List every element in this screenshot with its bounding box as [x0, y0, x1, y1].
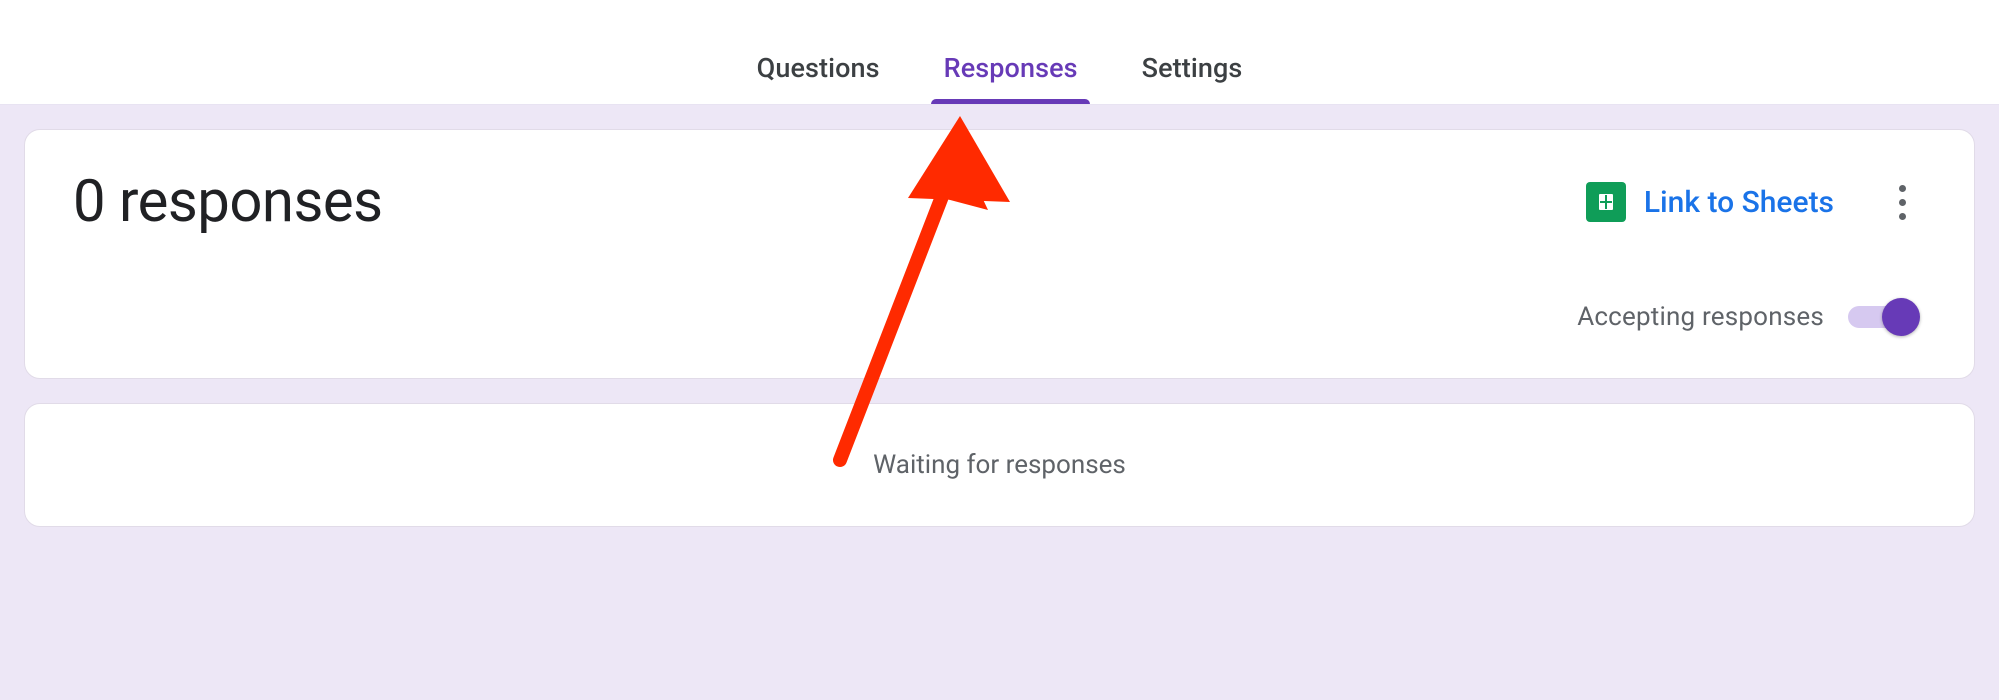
- link-to-sheets-button[interactable]: Link to Sheets: [1586, 182, 1834, 222]
- tabs-bar: Questions Responses Settings: [0, 0, 1999, 105]
- tab-responses[interactable]: Responses: [912, 34, 1110, 104]
- responses-work-area: 0 responses Link to Sheets: [0, 105, 1999, 700]
- sheets-icon: [1586, 182, 1626, 222]
- more-vert-icon: [1899, 185, 1906, 220]
- tab-questions[interactable]: Questions: [725, 34, 912, 104]
- waiting-for-responses-card: Waiting for responses: [24, 403, 1975, 527]
- tab-settings[interactable]: Settings: [1110, 34, 1275, 104]
- responses-count-heading: 0 responses: [73, 168, 383, 236]
- toggle-thumb: [1882, 298, 1920, 336]
- accepting-responses-label: Accepting responses: [1577, 302, 1824, 332]
- more-options-button[interactable]: [1878, 178, 1926, 226]
- responses-summary-card: 0 responses Link to Sheets: [24, 129, 1975, 379]
- link-to-sheets-label: Link to Sheets: [1644, 185, 1834, 220]
- waiting-for-responses-text: Waiting for responses: [873, 450, 1126, 480]
- accepting-responses-toggle[interactable]: [1848, 305, 1920, 329]
